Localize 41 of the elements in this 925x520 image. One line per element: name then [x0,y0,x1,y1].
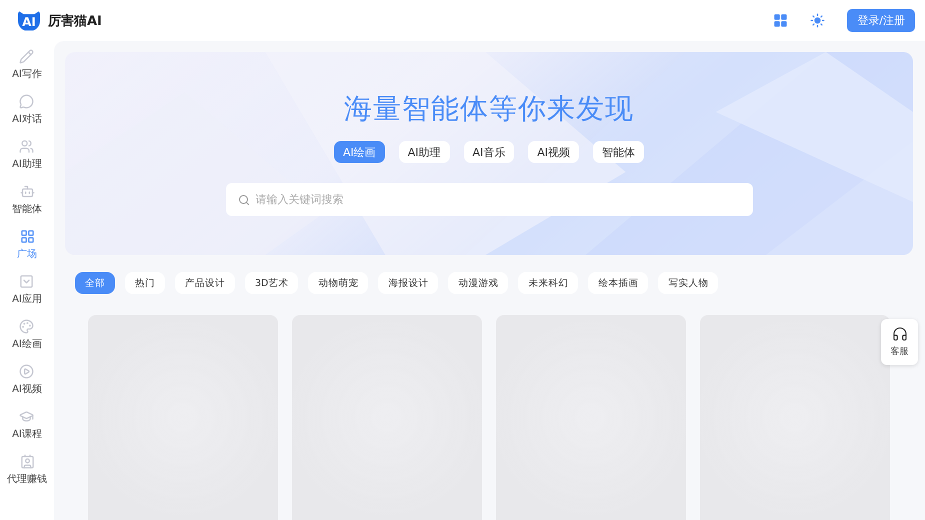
sidebar-item[interactable]: AI应用 [12,274,42,312]
category-chip[interactable]: 未来科幻 [518,272,578,294]
grid-icon [20,229,34,244]
banner-tab[interactable]: 智能体 [593,141,644,163]
category-chip[interactable]: 绘本插画 [588,272,648,294]
category-chip[interactable]: 写实人物 [658,272,718,294]
category-chip[interactable]: 产品设计 [175,272,235,294]
banner-title: 海量智能体等你来发现 [344,91,634,127]
category-chip[interactable]: 3D艺术 [245,272,298,294]
people-icon [19,139,34,154]
contact-card-icon [20,454,34,469]
sidebar-item[interactable]: 智能体 [12,184,42,222]
sidebar-item[interactable]: AI课程 [12,409,42,447]
sidebar-item[interactable]: AI绘画 [12,319,42,357]
chevron-box-icon [19,274,34,289]
service-button[interactable]: 客服 [881,319,918,365]
category-chip[interactable]: 动漫游戏 [448,272,508,294]
headset-icon [892,326,908,342]
theme-icon[interactable] [810,13,826,28]
pencil-icon [19,49,34,64]
play-icon [19,364,34,379]
category-chip[interactable]: 热门 [125,272,165,294]
graduation-cap-icon [19,409,34,424]
category-chip[interactable]: 海报设计 [378,272,438,294]
category-chip[interactable]: 动物萌宠 [308,272,368,294]
palette-icon [19,319,34,334]
robot-icon [20,184,34,199]
sidebar-item[interactable]: AI写作 [12,49,42,87]
chat-bubble-icon [19,94,34,109]
banner-tab[interactable]: AI视频 [528,141,580,163]
banner-tab[interactable]: AI助理 [398,141,450,163]
sidebar-item[interactable]: AI助理 [12,139,42,177]
banner-tab[interactable]: AI音乐 [464,141,514,163]
sidebar-item[interactable]: 代理赚钱 [7,454,47,492]
sidebar-item[interactable]: AI视频 [12,364,42,402]
logo-icon: AI [18,10,40,30]
grid-icon[interactable] [773,13,788,28]
search-field[interactable]: 请输入关键词搜索 [226,183,752,216]
brand-name: 厉害猫AI [48,12,102,30]
search-icon [238,194,250,206]
sidebar-item[interactable]: AI对话 [12,94,42,132]
